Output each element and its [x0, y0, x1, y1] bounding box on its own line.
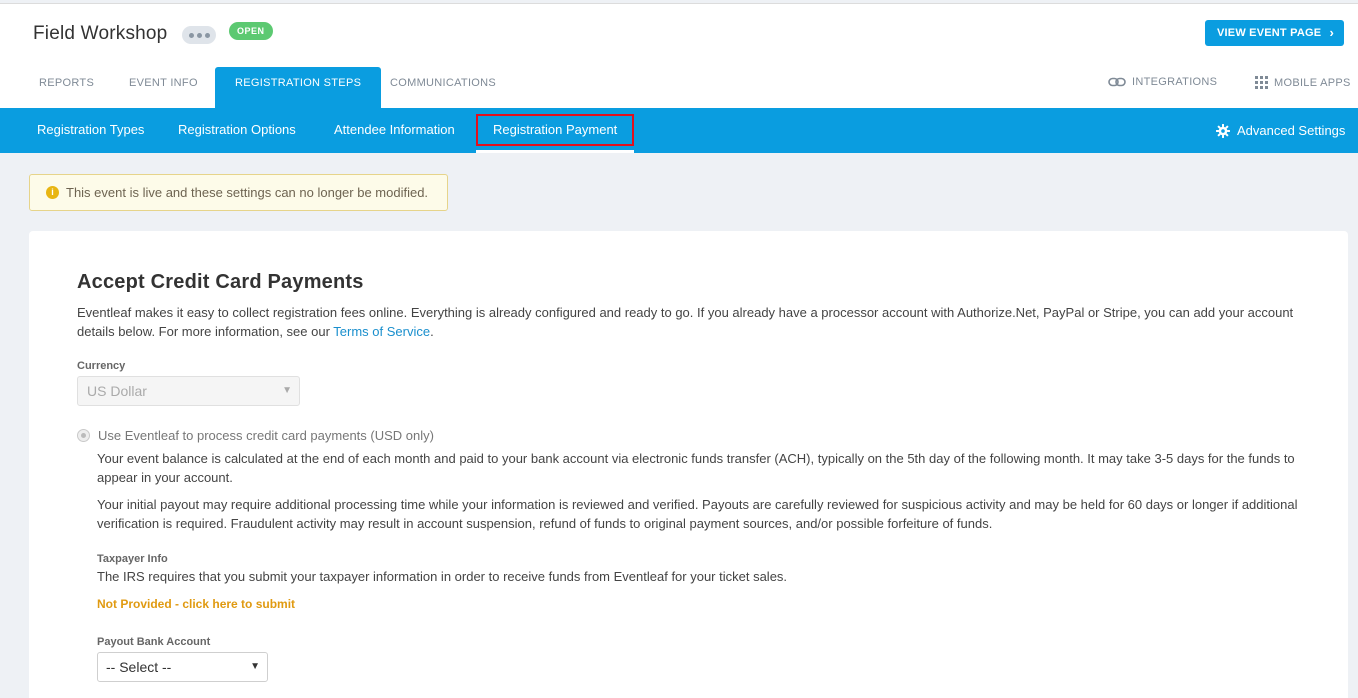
tab-communications[interactable]: COMMUNICATIONS — [390, 67, 496, 108]
grid-icon — [1255, 76, 1268, 89]
currency-label: Currency — [77, 360, 126, 372]
tab-registration-steps[interactable]: REGISTRATION STEPS — [215, 67, 382, 108]
radio-button[interactable] — [77, 429, 90, 442]
taxpayer-info-label: Taxpayer Info — [97, 553, 168, 565]
currency-value: US Dollar — [87, 383, 147, 399]
advanced-settings-link[interactable]: Advanced Settings — [1216, 108, 1345, 153]
mobile-apps-label: MOBILE APPS — [1274, 76, 1351, 89]
taxpayer-info-text: The IRS requires that you submit your ta… — [97, 569, 788, 584]
eventleaf-processing-option[interactable]: Use Eventleaf to process credit card pay… — [77, 428, 434, 443]
section-title: Accept Credit Card Payments — [77, 271, 364, 293]
mobile-apps-link[interactable]: MOBILE APPS — [1255, 76, 1351, 89]
chevron-down-icon: ▼ — [282, 385, 292, 396]
active-tab-underline — [476, 150, 634, 153]
tab-reports[interactable]: REPORTS — [39, 67, 94, 108]
balance-info-text: Your event balance is calculated at the … — [97, 451, 1295, 485]
info-icon: i — [46, 186, 59, 199]
tab-event-info[interactable]: EVENT INFO — [129, 67, 198, 108]
payout-info-text: Your initial payout may require addition… — [97, 497, 1298, 531]
status-badge: OPEN — [229, 22, 273, 40]
subnav-attendee-information[interactable]: Attendee Information — [334, 108, 455, 153]
gear-icon — [1216, 123, 1230, 138]
event-header: Field Workshop OPEN VIEW EVENT PAGE › RE… — [0, 4, 1358, 108]
chevron-down-icon: ▼ — [250, 661, 260, 672]
section-description: Eventleaf makes it easy to collect regis… — [77, 303, 1302, 341]
live-event-alert: i This event is live and these settings … — [29, 174, 448, 211]
description-end: . — [430, 324, 434, 339]
description-text: Eventleaf makes it easy to collect regis… — [77, 305, 1294, 339]
registration-subnav: Registration Types Registration Options … — [0, 108, 1358, 153]
subnav-registration-payment[interactable]: Registration Payment — [476, 114, 635, 146]
radio-label: Use Eventleaf to process credit card pay… — [98, 428, 434, 443]
taxpayer-submit-link[interactable]: Not Provided - click here to submit — [97, 597, 295, 611]
view-event-page-button[interactable]: VIEW EVENT PAGE › — [1205, 20, 1344, 46]
advanced-settings-label: Advanced Settings — [1237, 122, 1346, 138]
bank-select-value: -- Select -- — [106, 659, 172, 675]
dot-icon — [196, 32, 202, 38]
more-options-button[interactable] — [182, 26, 216, 44]
currency-select[interactable]: US Dollar ▼ — [77, 376, 300, 406]
alert-text: This event is live and these settings ca… — [66, 185, 429, 200]
terms-of-service-link[interactable]: Terms of Service — [333, 324, 430, 339]
payment-settings-card: Accept Credit Card Payments Eventleaf ma… — [29, 231, 1348, 698]
payout-bank-label: Payout Bank Account — [97, 636, 211, 648]
dot-icon — [204, 32, 210, 38]
chevron-right-icon: › — [1329, 25, 1334, 40]
subnav-registration-types[interactable]: Registration Types — [37, 108, 144, 153]
integrations-label: INTEGRATIONS — [1132, 76, 1218, 88]
dot-icon — [188, 32, 194, 38]
event-title: Field Workshop — [33, 23, 168, 44]
payout-bank-select[interactable]: -- Select -- ▼ — [97, 652, 268, 682]
subnav-registration-options[interactable]: Registration Options — [178, 108, 296, 153]
view-event-page-label: VIEW EVENT PAGE — [1217, 27, 1322, 39]
integrations-link[interactable]: INTEGRATIONS — [1108, 76, 1217, 88]
link-icon — [1108, 77, 1126, 87]
